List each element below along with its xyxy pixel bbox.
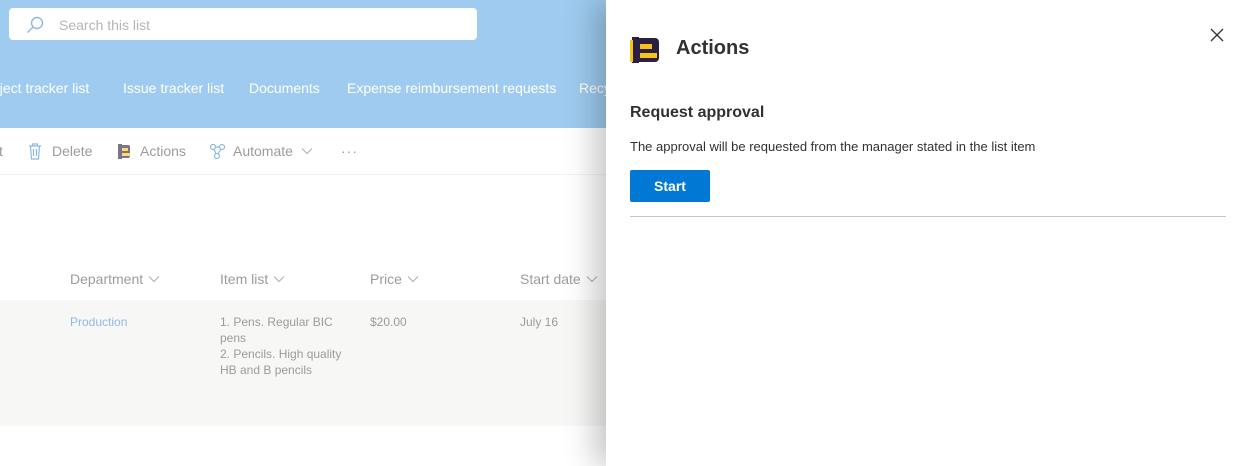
start-button[interactable]: Start bbox=[630, 170, 710, 202]
actions-panel: Actions Request approval The approval wi… bbox=[606, 0, 1250, 466]
panel-backdrop[interactable] bbox=[0, 0, 606, 466]
panel-title: Actions bbox=[676, 37, 750, 59]
actions-logo-icon bbox=[630, 37, 659, 63]
divider bbox=[630, 216, 1226, 217]
close-icon[interactable] bbox=[1208, 26, 1226, 44]
request-approval-description: The approval will be requested from the … bbox=[630, 139, 1036, 154]
request-approval-heading: Request approval bbox=[630, 104, 765, 121]
